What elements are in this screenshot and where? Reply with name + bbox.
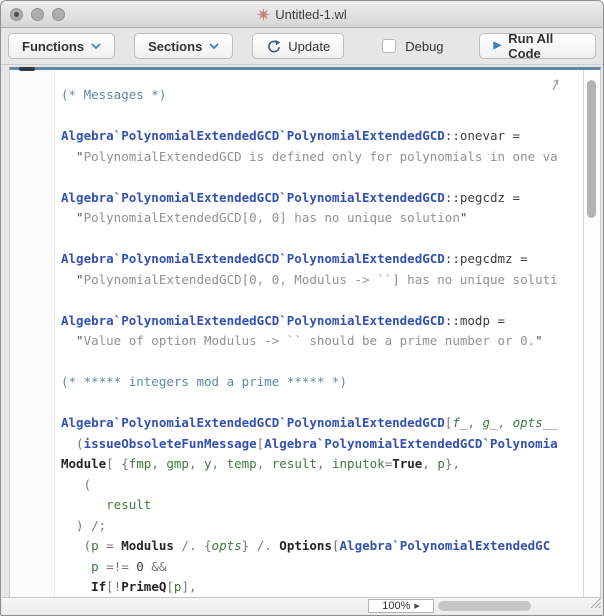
code-line: "PolynomialExtendedGCD[0, 0] has no uniq… bbox=[61, 208, 583, 229]
traffic-lights bbox=[10, 8, 65, 21]
script-editor: (* Messages *) Algebra`PolynomialExtende… bbox=[9, 67, 601, 598]
code-line bbox=[61, 290, 583, 311]
code-line: p =!= 0 && bbox=[61, 557, 583, 578]
code-line: (* ***** integers mod a prime ***** *) bbox=[61, 372, 583, 393]
minimize-button[interactable] bbox=[31, 8, 44, 21]
vertical-scrollbar-thumb[interactable] bbox=[587, 80, 596, 218]
chevron-down-icon bbox=[209, 43, 219, 50]
code-line: (p = Modulus /. {opts} /. Options[Algebr… bbox=[61, 536, 583, 557]
code-line bbox=[61, 352, 583, 373]
debug-checkbox[interactable] bbox=[382, 39, 396, 53]
spikey-icon bbox=[257, 8, 270, 21]
code-line bbox=[61, 106, 583, 127]
code-line: Algebra`PolynomialExtendedGCD`Polynomial… bbox=[61, 188, 583, 209]
magnification-value: 100% bbox=[382, 600, 410, 612]
sections-label: Sections bbox=[148, 39, 202, 54]
code-line: ) /; bbox=[61, 516, 583, 537]
run-all-code-button[interactable]: ▶ Run All Code bbox=[479, 33, 596, 59]
cursor-artifact-icon bbox=[550, 77, 561, 97]
app-window: Untitled-1.wl Functions Sections Update bbox=[0, 0, 604, 616]
code-lines: (* Messages *) Algebra`PolynomialExtende… bbox=[61, 85, 583, 598]
close-button[interactable] bbox=[10, 8, 23, 21]
title-bar: Untitled-1.wl bbox=[1, 1, 603, 28]
zoom-button[interactable] bbox=[52, 8, 65, 21]
refresh-icon bbox=[266, 39, 281, 54]
toolbar: Functions Sections Update Debug bbox=[1, 28, 603, 65]
vertical-scrollbar[interactable] bbox=[583, 70, 600, 598]
code-line: "PolynomialExtendedGCD is defined only f… bbox=[61, 147, 583, 168]
code-line: Algebra`PolynomialExtendedGCD`Polynomial… bbox=[61, 249, 583, 270]
magnification-control[interactable]: 100% ▶ bbox=[368, 599, 434, 613]
play-icon: ▶ bbox=[494, 41, 502, 51]
code-line: "PolynomialExtendedGCD[0, 0, Modulus -> … bbox=[61, 270, 583, 291]
resize-grip[interactable] bbox=[589, 595, 601, 613]
code-line: ( bbox=[61, 475, 583, 496]
code-line: (* Messages *) bbox=[61, 85, 583, 106]
code-line: Module[ {fmp, gmp, y, temp, result, inpu… bbox=[61, 454, 583, 475]
code-line: Algebra`PolynomialExtendedGCD`Polynomial… bbox=[61, 413, 583, 434]
horizontal-scrollbar-thumb[interactable] bbox=[438, 601, 531, 611]
code-line bbox=[61, 393, 583, 414]
code-line bbox=[61, 167, 583, 188]
editor-gutter bbox=[10, 70, 55, 598]
debug-control: Debug bbox=[382, 39, 443, 54]
window-title: Untitled-1.wl bbox=[275, 7, 347, 22]
debug-label: Debug bbox=[405, 39, 443, 54]
functions-label: Functions bbox=[22, 39, 84, 54]
status-bar: 100% ▶ bbox=[2, 597, 602, 614]
chevron-down-icon bbox=[91, 43, 101, 50]
code-line bbox=[61, 229, 583, 250]
code-line: Algebra`PolynomialExtendedGCD`Polynomial… bbox=[61, 126, 583, 147]
code-line: If[!PrimeQ[p], bbox=[61, 577, 583, 598]
sections-menu-button[interactable]: Sections bbox=[134, 33, 233, 59]
editor-top-marker bbox=[19, 67, 35, 71]
code-line: "Value of option Modulus -> `` should be… bbox=[61, 331, 583, 352]
update-label: Update bbox=[288, 39, 330, 54]
code-line: result bbox=[61, 495, 583, 516]
window-title-group: Untitled-1.wl bbox=[257, 7, 347, 22]
functions-menu-button[interactable]: Functions bbox=[8, 33, 115, 59]
code-line: (issueObsoleteFunMessage[Algebra`Polynom… bbox=[61, 434, 583, 455]
popup-arrow-icon: ▶ bbox=[414, 603, 419, 610]
update-button[interactable]: Update bbox=[252, 33, 344, 59]
code-line: Algebra`PolynomialExtendedGCD`Polynomial… bbox=[61, 311, 583, 332]
run-all-code-label: Run All Code bbox=[508, 31, 581, 61]
code-editor[interactable]: (* Messages *) Algebra`PolynomialExtende… bbox=[55, 70, 583, 598]
